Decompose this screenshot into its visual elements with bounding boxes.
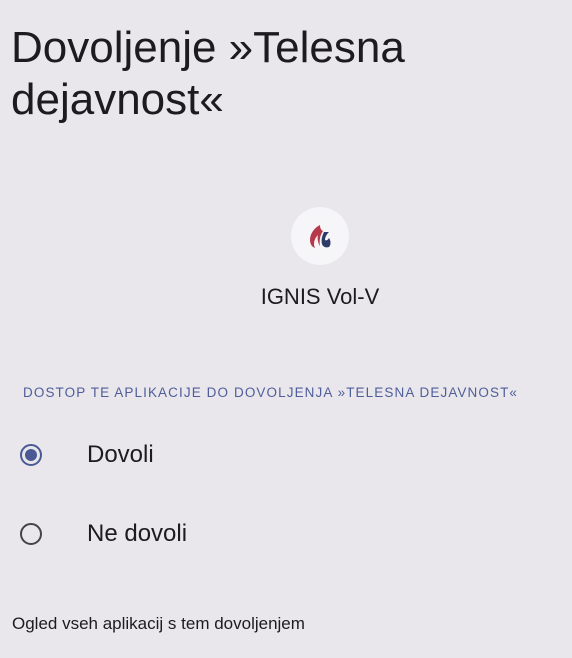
page-title: Dovoljenje »Telesna dejavnost« — [11, 23, 405, 124]
radio-selected-icon[interactable] — [20, 444, 42, 466]
flame-logo-icon — [310, 225, 331, 248]
app-name: IGNIS Vol-V — [260, 284, 380, 309]
option-deny-label: Ne dovoli — [87, 520, 188, 547]
view-all-apps-link[interactable]: Ogled vseh aplikacij s tem dovoljenjem — [12, 614, 305, 634]
option-deny[interactable]: Ne dovoli — [0, 499, 572, 569]
permission-screen: Dovoljenje »Telesna dejavnost« IGNIS Vol… — [0, 0, 572, 658]
option-allow[interactable]: Dovoli — [0, 420, 572, 490]
option-allow-label: Dovoli — [87, 441, 154, 468]
radio-unselected-icon[interactable] — [20, 523, 42, 545]
app-icon — [291, 207, 349, 265]
section-header: DOSTOP TE APLIKACIJE DO DOVOLJENJA »TELE… — [23, 385, 519, 400]
